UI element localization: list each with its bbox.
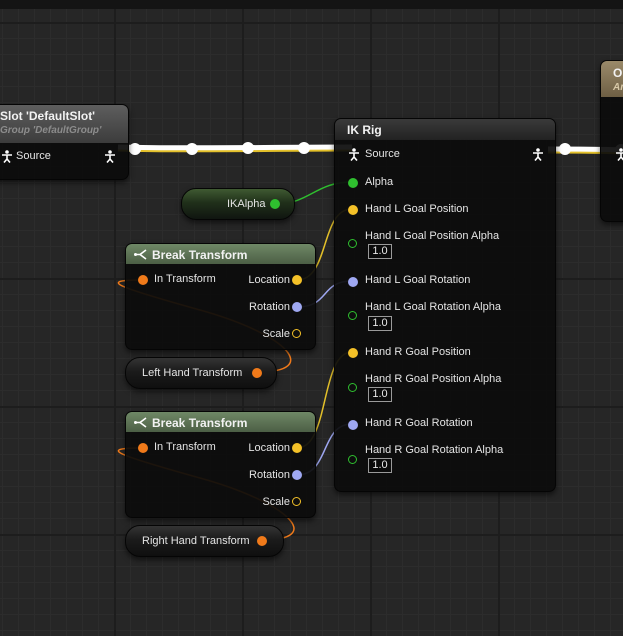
slot-node-subtitle: Group 'DefaultGroup'	[0, 125, 102, 136]
wire-bead	[559, 143, 571, 155]
left-hand-transform-label: Left Hand Transform	[142, 367, 243, 379]
ikalpha-output-pin[interactable]	[270, 199, 280, 209]
output-node-header: Ou An	[601, 61, 623, 97]
hand-r-goal-rotation-label: Hand R Goal Rotation	[365, 417, 473, 429]
break-transform-node-2[interactable]: Break Transform In Transform Location Ro…	[125, 411, 316, 518]
hand-l-goal-position-alpha-pin[interactable]	[348, 239, 357, 248]
wire-bead	[186, 143, 198, 155]
hand-l-goal-position-pin[interactable]	[348, 205, 358, 215]
break-2-location-pin[interactable]	[292, 443, 302, 453]
output-pose-node[interactable]: Ou An	[600, 60, 623, 222]
slot-node-title: Slot 'DefaultSlot'	[0, 109, 96, 123]
slot-source-label: Source	[16, 150, 51, 162]
break-1-rotation-label: Rotation	[249, 301, 290, 313]
wire-bead	[298, 142, 310, 154]
hand-r-goal-position-label: Hand R Goal Position	[365, 346, 471, 358]
break-2-location-label: Location	[248, 442, 290, 454]
hand-l-goal-rotation-alpha-value[interactable]: 1.0	[368, 316, 392, 331]
hand-l-goal-rotation-label: Hand L Goal Rotation	[365, 274, 471, 286]
hand-r-goal-position-alpha-label: Hand R Goal Position Alpha	[365, 373, 502, 385]
ik-rig-node[interactable]: IK Rig Source Alpha Hand L Goal Position…	[334, 118, 556, 492]
alpha-label: Alpha	[365, 176, 394, 188]
hand-r-goal-rotation-alpha-pin[interactable]	[348, 455, 357, 464]
ikalpha-label: IKAlpha	[227, 198, 266, 210]
ik-rig-source-input-pin-icon[interactable]	[348, 148, 360, 161]
break-1-in-transform-pin[interactable]	[138, 275, 148, 285]
slot-source-output-pin-icon[interactable]	[104, 150, 116, 163]
hand-l-goal-rotation-alpha-pin[interactable]	[348, 311, 357, 320]
ik-rig-pose-output-pin-icon[interactable]	[532, 148, 544, 161]
wire-pose-slot-to-ikrig-highlight	[117, 144, 353, 151]
wire-bead	[129, 143, 141, 155]
alpha-input-pin[interactable]	[348, 178, 358, 188]
right-hand-transform-label: Right Hand Transform	[142, 535, 250, 547]
hand-r-goal-rotation-pin[interactable]	[348, 420, 358, 430]
hand-l-goal-position-alpha-label: Hand L Goal Position Alpha	[365, 230, 500, 242]
break-2-in-transform-label: In Transform	[154, 441, 216, 453]
slot-node-header: Slot 'DefaultSlot' Group 'DefaultGroup'	[0, 105, 128, 143]
ik-rig-header: IK Rig	[335, 119, 555, 140]
hand-l-goal-position-label: Hand L Goal Position	[365, 203, 469, 215]
break-1-location-pin[interactable]	[292, 275, 302, 285]
hand-l-goal-position-alpha-value[interactable]: 1.0	[368, 244, 392, 259]
break-struct-icon	[134, 417, 147, 428]
break-2-scale-pin[interactable]	[292, 497, 301, 506]
output-node-subtitle: An	[613, 82, 623, 93]
hand-r-goal-position-alpha-pin[interactable]	[348, 383, 357, 392]
hand-r-goal-position-alpha-value[interactable]: 1.0	[368, 387, 392, 402]
break-2-scale-label: Scale	[262, 496, 290, 508]
right-hand-transform-variable-node[interactable]: Right Hand Transform	[125, 525, 284, 557]
hand-l-goal-rotation-pin[interactable]	[348, 277, 358, 287]
break-transform-2-header: Break Transform	[126, 412, 315, 432]
hand-r-goal-rotation-alpha-value[interactable]: 1.0	[368, 458, 392, 473]
break-transform-1-title: Break Transform	[152, 248, 248, 262]
break-2-rotation-pin[interactable]	[292, 470, 302, 480]
right-hand-transform-output-pin[interactable]	[257, 536, 267, 546]
break-1-in-transform-label: In Transform	[154, 273, 216, 285]
break-transform-node-1[interactable]: Break Transform In Transform Location Ro…	[125, 243, 316, 350]
pose-person-icon	[2, 150, 12, 163]
break-struct-icon	[134, 249, 147, 260]
hand-l-goal-rotation-alpha-label: Hand L Goal Rotation Alpha	[365, 301, 501, 313]
break-transform-2-title: Break Transform	[152, 416, 248, 430]
left-hand-transform-variable-node[interactable]: Left Hand Transform	[125, 357, 277, 389]
break-2-in-transform-pin[interactable]	[138, 443, 148, 453]
hand-r-goal-rotation-alpha-label: Hand R Goal Rotation Alpha	[365, 444, 504, 456]
hand-r-goal-position-pin[interactable]	[348, 348, 358, 358]
break-1-rotation-pin[interactable]	[292, 302, 302, 312]
ikalpha-variable-node[interactable]: IKAlpha	[181, 188, 295, 220]
left-hand-transform-output-pin[interactable]	[252, 368, 262, 378]
slot-node[interactable]: Slot 'DefaultSlot' Group 'DefaultGroup' …	[0, 104, 129, 180]
break-2-rotation-label: Rotation	[249, 469, 290, 481]
break-1-scale-pin[interactable]	[292, 329, 301, 338]
break-transform-1-header: Break Transform	[126, 244, 315, 264]
output-result-pin-icon[interactable]	[615, 148, 623, 161]
break-1-location-label: Location	[248, 274, 290, 286]
wire-bead	[242, 142, 254, 154]
ik-rig-source-label: Source	[365, 148, 400, 160]
ik-rig-title: IK Rig	[347, 123, 382, 137]
break-1-scale-label: Scale	[262, 328, 290, 340]
output-node-title: Ou	[613, 66, 623, 80]
